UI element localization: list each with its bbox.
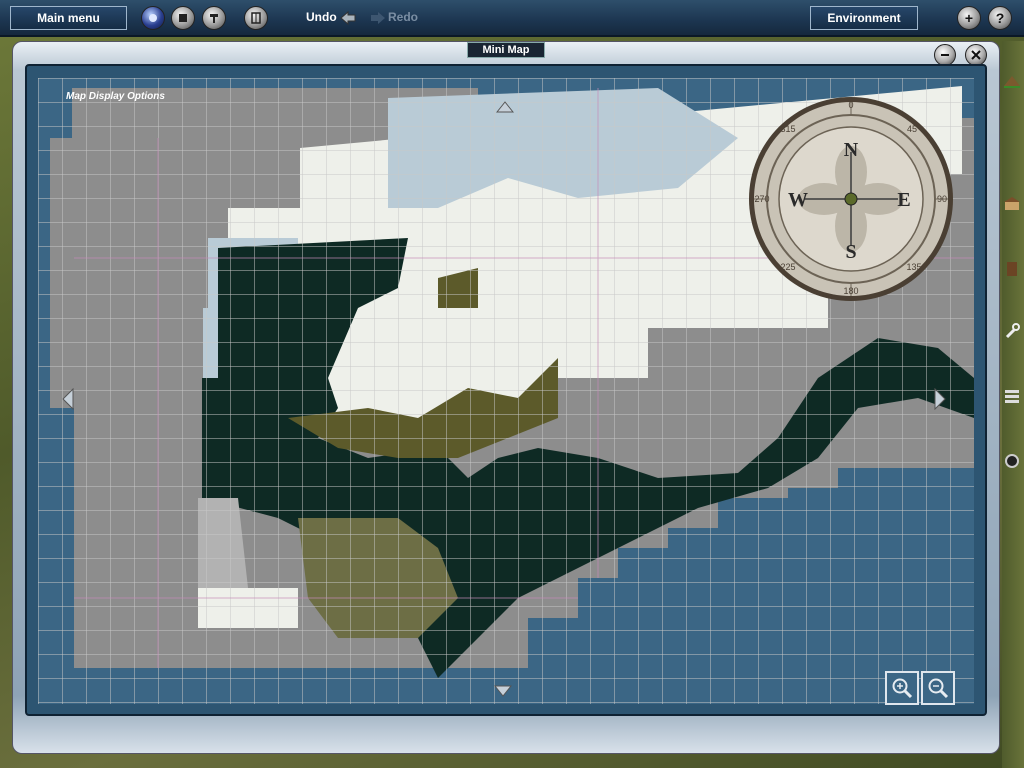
undo-arrow-icon[interactable]	[340, 10, 356, 29]
help-icon[interactable]: ?	[988, 6, 1012, 30]
deg-135: 135	[906, 262, 921, 272]
plus-icon[interactable]: +	[957, 6, 981, 30]
scroll-right-arrow-icon[interactable]	[934, 387, 946, 413]
environment-button[interactable]: Environment	[810, 6, 918, 30]
compass-north: N	[844, 139, 859, 161]
deg-315: 315	[780, 124, 795, 134]
compass-south: S	[845, 241, 856, 263]
compass: N S E W 0 45 90 135 180 225 270 315	[749, 97, 953, 301]
close-button[interactable]	[965, 44, 987, 66]
stack-icon[interactable]	[1002, 385, 1022, 407]
map-display-options[interactable]: Map Display Options	[66, 91, 165, 102]
tool-icon[interactable]	[202, 6, 226, 30]
scroll-down-arrow-icon[interactable]	[493, 684, 513, 700]
lamp-icon[interactable]	[141, 6, 165, 30]
door-icon[interactable]	[1002, 258, 1022, 280]
zoom-in-icon	[892, 678, 913, 699]
scroll-left-arrow-icon[interactable]	[62, 387, 74, 413]
main-menu-button[interactable]: Main menu	[10, 6, 127, 30]
redo-button[interactable]: Redo	[388, 10, 418, 24]
deg-0: 0	[848, 100, 853, 110]
zoom-out-icon	[928, 678, 949, 699]
deg-270: 270	[754, 194, 769, 204]
wrench-icon[interactable]	[1002, 320, 1022, 342]
redo-arrow-icon[interactable]	[370, 10, 386, 29]
zoom-out-button[interactable]	[921, 671, 955, 705]
deg-225: 225	[780, 262, 795, 272]
scroll-up-arrow-icon[interactable]	[495, 100, 515, 116]
building-icon[interactable]	[1002, 193, 1022, 215]
terrain-icon[interactable]	[1002, 70, 1022, 92]
minimize-button[interactable]	[934, 44, 956, 66]
compass-west: W	[788, 189, 808, 211]
zoom-in-button[interactable]	[885, 671, 919, 705]
deg-45: 45	[907, 124, 917, 134]
stop-icon[interactable]	[171, 6, 195, 30]
deg-90: 90	[937, 194, 947, 204]
window-title: Mini Map	[467, 42, 545, 58]
layers-icon[interactable]	[244, 6, 268, 30]
dial-icon[interactable]	[1002, 450, 1022, 472]
undo-button[interactable]: Undo	[306, 10, 337, 24]
deg-180: 180	[843, 286, 858, 296]
compass-east: E	[897, 189, 910, 211]
